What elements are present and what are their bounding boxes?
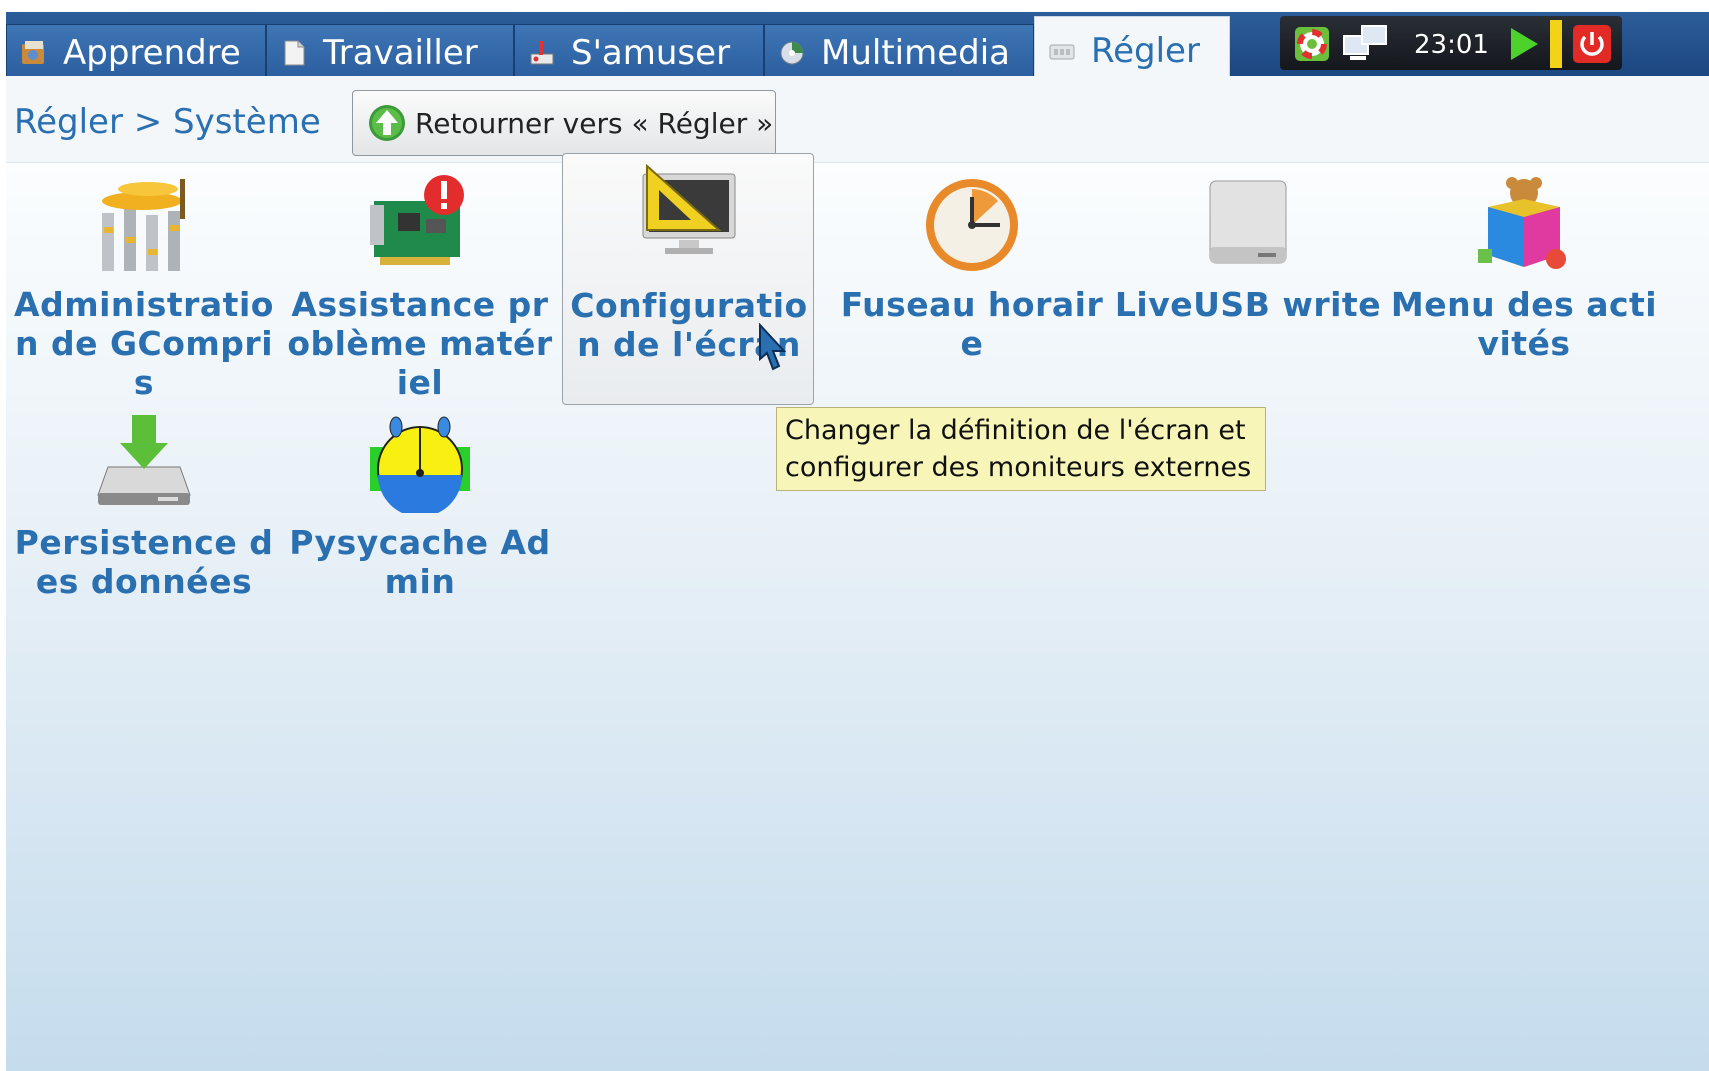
breadcrumb-bar: Régler > Système Retourner vers « Régler… <box>6 76 1709 163</box>
samuser-icon <box>530 40 554 64</box>
hardware-card-icon <box>370 175 464 265</box>
launcher-item-data-persistence[interactable]: Persistence des données <box>6 401 282 601</box>
launcher-item-hardware-assistance[interactable]: Assistance problème matériel <box>282 163 558 402</box>
launcher-label: Menu des activités <box>1390 285 1658 363</box>
pysycache-icon <box>370 416 470 513</box>
tab-label: Travailler <box>323 32 478 73</box>
tooltip: Changer la définition de l'écran et conf… <box>776 407 1266 491</box>
gcompris-admin-icon <box>102 179 185 271</box>
launcher-label: Fuseau horaire <box>840 285 1104 363</box>
lifebuoy-icon[interactable] <box>1294 26 1330 62</box>
tab-label: Régler <box>1091 30 1200 71</box>
launcher-item-activity-menu[interactable]: Menu des activités <box>1386 163 1662 393</box>
yellow-indicator <box>1550 20 1562 68</box>
app-window: Apprendre Travailler S'amuser Multimedia… <box>6 8 1709 1071</box>
breadcrumb: Régler > Système <box>14 102 321 142</box>
back-button-label: Retourner vers « Régler » <box>415 106 774 140</box>
tab-label: Multimedia <box>821 32 1011 73</box>
launcher-label: Pysycache Admin <box>289 523 551 601</box>
launcher-item-liveusb[interactable]: LiveUSB write <box>1110 163 1386 393</box>
launcher-label: LiveUSB write <box>1114 285 1382 324</box>
apprendre-icon <box>22 40 44 64</box>
top-tab-bar: Apprendre Travailler S'amuser Multimedia… <box>6 12 1709 80</box>
clock-icon <box>926 179 1018 271</box>
regler-icon <box>1049 44 1075 59</box>
power-icon[interactable] <box>1572 24 1612 64</box>
travailler-icon <box>284 40 305 65</box>
tab-apprendre[interactable]: Apprendre <box>6 24 266 80</box>
launcher-item-gcompris-admin[interactable]: Administration de GCompris <box>6 163 282 402</box>
disk-download-icon <box>97 415 191 505</box>
play-icon[interactable] <box>1508 26 1540 62</box>
hand-cursor-icon <box>759 323 787 371</box>
launcher-label: Administration de GCompris <box>14 285 274 402</box>
launcher-grid: Administration de GCompris Assistance pr… <box>6 153 1709 1071</box>
launcher-item-timezone[interactable]: Fuseau horaire <box>834 163 1110 393</box>
system-tray: 23:01 <box>1280 16 1622 70</box>
tab-travailler[interactable]: Travailler <box>266 24 514 80</box>
network-icon[interactable] <box>1342 24 1390 64</box>
toy-box-icon <box>1478 177 1566 269</box>
tab-regler[interactable]: Régler <box>1034 16 1230 80</box>
tab-label: Apprendre <box>63 32 241 73</box>
multimedia-icon <box>780 41 804 64</box>
launcher-label: Persistence des données <box>14 523 274 601</box>
screen-config-icon <box>642 164 736 254</box>
launcher-item-pysycache[interactable]: Pysycache Admin <box>282 401 558 601</box>
usb-drive-icon <box>1209 180 1287 264</box>
tab-samuser[interactable]: S'amuser <box>514 24 764 80</box>
launcher-label: Assistance problème matériel <box>287 285 553 402</box>
tab-label: S'amuser <box>571 32 731 73</box>
back-to-regler-button[interactable]: Retourner vers « Régler » <box>352 90 776 156</box>
clock: 23:01 <box>1414 30 1489 60</box>
tab-multimedia[interactable]: Multimedia <box>764 24 1034 80</box>
up-arrow-icon <box>369 105 405 141</box>
